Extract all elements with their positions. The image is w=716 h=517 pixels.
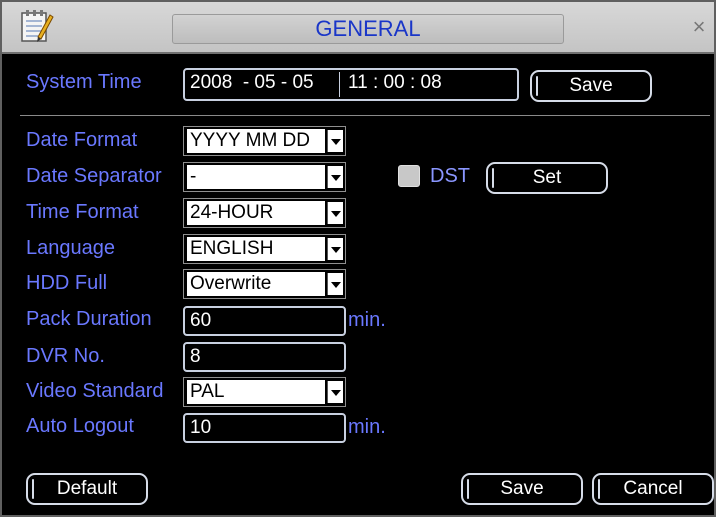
dvr-no-label: DVR No. [26,345,105,367]
hdd-full-label: HDD Full [26,272,108,294]
date-separator-select[interactable]: - [183,162,346,192]
language-select[interactable]: ENGLISH [183,234,346,264]
auto-logout-input[interactable]: 10 [183,413,346,443]
chevron-down-icon[interactable] [327,202,343,224]
video-standard-select[interactable]: PAL [183,377,346,407]
video-standard-value: PAL [187,380,325,404]
dvr-no-input[interactable]: 8 [183,342,346,372]
general-dialog: GENERAL × System Time 2008 - 05 - 05 11 … [0,0,716,517]
pack-duration-unit: min. [348,309,386,331]
system-time-field[interactable]: 2008 - 05 - 05 11 : 00 : 08 [183,68,519,101]
auto-logout-unit: min. [348,416,386,438]
language-value: ENGLISH [187,237,325,261]
system-time-label: System Time [26,71,142,93]
chevron-down-icon[interactable] [327,381,343,403]
date-format-label: Date Format [26,129,138,151]
default-button[interactable]: Default [26,473,148,505]
close-icon[interactable]: × [688,16,710,38]
divider [20,115,710,116]
pack-duration-label: Pack Duration [26,308,152,330]
dst-checkbox[interactable] [398,165,420,187]
system-time-value[interactable]: 11 : 00 : 08 [348,70,442,96]
title-bar: GENERAL × [2,2,714,54]
system-date-value[interactable]: 2008 - 05 - 05 [190,72,314,93]
language-label: Language [26,237,115,259]
chevron-down-icon[interactable] [327,130,343,152]
date-format-select[interactable]: YYYY MM DD [183,126,346,156]
time-format-label: Time Format [26,201,139,223]
date-format-value: YYYY MM DD [187,129,325,153]
chevron-down-icon[interactable] [327,238,343,260]
dst-label: DST [430,165,470,187]
auto-logout-label: Auto Logout [26,415,134,437]
hdd-full-value: Overwrite [187,272,325,296]
notepad-icon [21,10,54,42]
hdd-full-select[interactable]: Overwrite [183,269,346,299]
date-separator-value: - [187,165,325,189]
save-button[interactable]: Save [461,473,583,505]
chevron-down-icon[interactable] [327,166,343,188]
dst-set-button[interactable]: Set [486,162,608,194]
video-standard-label: Video Standard [26,380,164,402]
date-separator-label: Date Separator [26,165,162,187]
dialog-title: GENERAL [315,16,421,41]
time-format-select[interactable]: 24-HOUR [183,198,346,228]
time-format-value: 24-HOUR [187,201,325,225]
cancel-button[interactable]: Cancel [592,473,714,505]
time-divider [339,72,340,97]
pack-duration-input[interactable]: 60 [183,306,346,336]
system-time-save-button[interactable]: Save [530,70,652,102]
chevron-down-icon[interactable] [327,273,343,295]
